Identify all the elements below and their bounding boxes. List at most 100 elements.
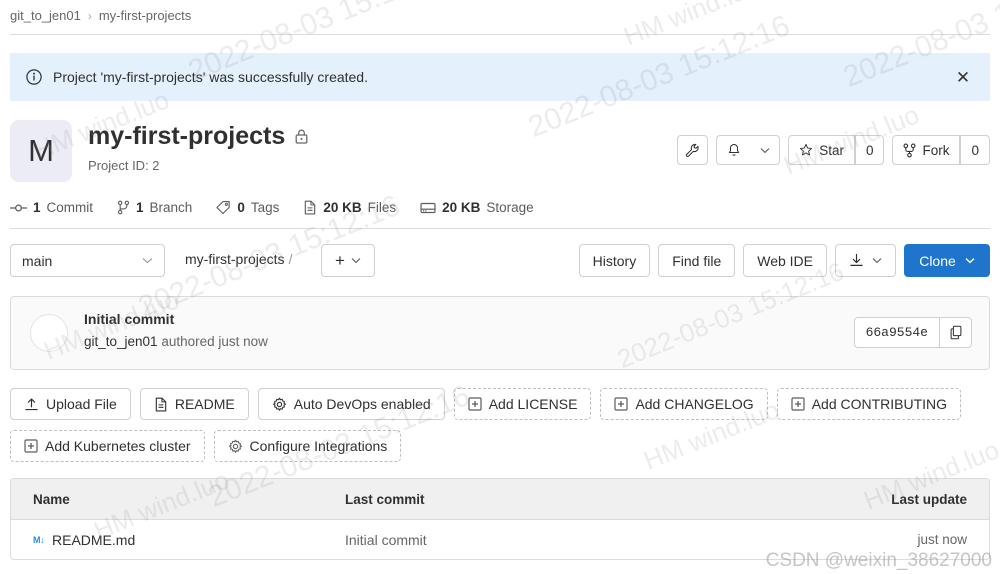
add-license-button[interactable]: Add LICENSE — [453, 388, 592, 420]
breadcrumb-separator-icon: › — [87, 8, 92, 23]
file-last-commit[interactable]: Initial commit — [345, 532, 829, 548]
project-id: Project ID: 2 — [88, 158, 160, 173]
auto-devops-label: Auto DevOps enabled — [293, 396, 431, 412]
auto-devops-button[interactable]: Auto DevOps enabled — [257, 388, 445, 420]
file-name[interactable]: README.md — [52, 532, 135, 548]
last-commit-panel: Initial commit git_to_jen01 authored jus… — [10, 296, 990, 370]
info-circle-icon — [26, 69, 42, 85]
gitlab-project-page: 2022-08-03 15:12:16 HM wind.luo 2022-08-… — [0, 0, 1000, 574]
readme-button[interactable]: README — [139, 388, 249, 420]
breadcrumb-path-slash: / — [288, 251, 293, 267]
column-header-last-commit: Last commit — [345, 491, 425, 507]
stat-storage[interactable]: 20 KB Storage — [420, 200, 534, 215]
branch-icon — [117, 200, 130, 215]
branch-selector-value: main — [22, 252, 53, 269]
wrench-icon[interactable] — [677, 135, 709, 165]
stat-tags[interactable]: 0 Tags — [216, 200, 279, 215]
breadcrumb-group[interactable]: git_to_jen01 — [10, 8, 81, 23]
commit-title[interactable]: Initial commit — [84, 311, 174, 327]
markdown-icon: M↓ — [33, 534, 45, 545]
plus-square-icon — [468, 397, 482, 411]
upload-file-label: Upload File — [46, 396, 117, 412]
add-license-label: Add LICENSE — [488, 396, 578, 412]
commit-meta: git_to_jen01 authored just now — [84, 334, 268, 349]
branch-selector[interactable]: main — [10, 244, 165, 277]
upload-file-button[interactable]: Upload File — [10, 388, 131, 420]
quick-actions-row-2: Add Kubernetes cluster Configure Integra… — [10, 430, 402, 462]
download-icon — [849, 253, 864, 268]
stat-branches-value: 1 — [136, 200, 144, 215]
add-changelog-button[interactable]: Add CHANGELOG — [600, 388, 768, 420]
file-name-cell[interactable]: M↓ README.md — [11, 532, 345, 548]
clone-button[interactable]: Clone — [904, 244, 990, 277]
stat-tags-label: Tags — [250, 200, 280, 215]
stat-branches-label: Branch — [149, 200, 193, 215]
chevron-down-icon — [872, 257, 882, 264]
quick-actions-row-1: Upload File README Auto DevOps enabled A… — [10, 388, 990, 420]
chevron-down-icon — [142, 257, 153, 264]
configure-integrations-label: Configure Integrations — [249, 438, 388, 454]
stat-files-label: Files — [367, 200, 397, 215]
commit-sha[interactable]: 66a9554e — [853, 317, 940, 348]
add-kubernetes-cluster-button[interactable]: Add Kubernetes cluster — [10, 430, 205, 462]
notifications-dropdown[interactable] — [716, 135, 781, 165]
page-title: my-first-projects — [88, 121, 309, 151]
tag-icon — [216, 200, 231, 215]
find-file-button[interactable]: Find file — [658, 244, 736, 277]
star-count[interactable]: 0 — [854, 135, 885, 165]
chevron-down-icon — [965, 257, 975, 264]
chevron-down-icon[interactable] — [751, 135, 781, 165]
breadcrumb-project[interactable]: my-first-projects — [99, 8, 191, 23]
commit-timeago: authored just now — [157, 334, 268, 349]
stat-tags-value: 0 — [237, 200, 245, 215]
stat-commits[interactable]: 1 Commit — [10, 200, 93, 215]
plus-square-icon — [614, 397, 629, 411]
success-alert: Project 'my-first-projects' was successf… — [10, 53, 990, 101]
history-button[interactable]: History — [578, 244, 651, 277]
stat-branches[interactable]: 1 Branch — [117, 200, 192, 215]
storage-icon — [420, 201, 436, 215]
star-label: Star — [819, 142, 844, 158]
stat-commits-value: 1 — [33, 200, 41, 215]
commit-author[interactable]: git_to_jen01 — [84, 334, 158, 349]
configure-integrations-button[interactable]: Configure Integrations — [213, 430, 402, 462]
bell-icon[interactable] — [716, 135, 752, 165]
project-name: my-first-projects — [88, 122, 286, 150]
star-button-group[interactable]: Star 0 — [788, 135, 885, 165]
breadcrumb: git_to_jen01 › my-first-projects — [10, 8, 191, 23]
repository-toolbar: main my-first-projects / + History Find f… — [10, 244, 990, 277]
stat-files[interactable]: 20 KB Files — [303, 200, 396, 215]
add-kubernetes-cluster-label: Add Kubernetes cluster — [45, 438, 191, 454]
fork-button[interactable]: Fork — [892, 135, 961, 165]
project-stats: 1 Commit 1 Branch 0 Tags 20 KB Files 20 … — [10, 200, 534, 215]
fork-count[interactable]: 0 — [960, 135, 990, 165]
breadcrumb-path-root[interactable]: my-first-projects — [185, 251, 285, 267]
project-header-actions: Star 0 Fork 0 — [677, 135, 990, 165]
add-to-tree-button[interactable]: + — [321, 244, 375, 277]
fork-button-group[interactable]: Fork 0 — [892, 135, 990, 165]
plus-square-icon — [24, 439, 38, 453]
close-icon[interactable]: ✕ — [954, 68, 972, 86]
clone-label: Clone — [919, 252, 956, 269]
file-icon — [154, 397, 168, 412]
file-tree-table: Name Last commit Last update M↓ README.m… — [10, 478, 990, 560]
add-contributing-label: Add CONTRIBUTING — [811, 396, 948, 412]
web-ide-button[interactable]: Web IDE — [743, 244, 827, 277]
star-button[interactable]: Star — [788, 135, 855, 165]
chevron-down-icon — [351, 257, 361, 264]
copy-icon[interactable] — [940, 317, 972, 348]
stat-storage-value: 20 KB — [442, 200, 481, 215]
add-changelog-label: Add CHANGELOG — [635, 396, 754, 412]
column-header-name: Name — [33, 491, 70, 507]
download-button[interactable] — [835, 244, 896, 277]
table-header-row: Name Last commit Last update — [11, 479, 989, 520]
add-contributing-button[interactable]: Add CONTRIBUTING — [776, 388, 962, 420]
lock-icon — [294, 128, 309, 145]
watermark-text: HM wind.luo — [619, 0, 764, 52]
fork-icon — [903, 143, 916, 158]
project-header: M my-first-projects Project ID: 2 Star 0… — [10, 120, 990, 182]
commit-icon — [10, 201, 27, 215]
stat-storage-label: Storage — [486, 200, 534, 215]
csdn-watermark: CSDN @weixin_38627000 — [765, 550, 992, 571]
gear-icon — [228, 439, 243, 454]
